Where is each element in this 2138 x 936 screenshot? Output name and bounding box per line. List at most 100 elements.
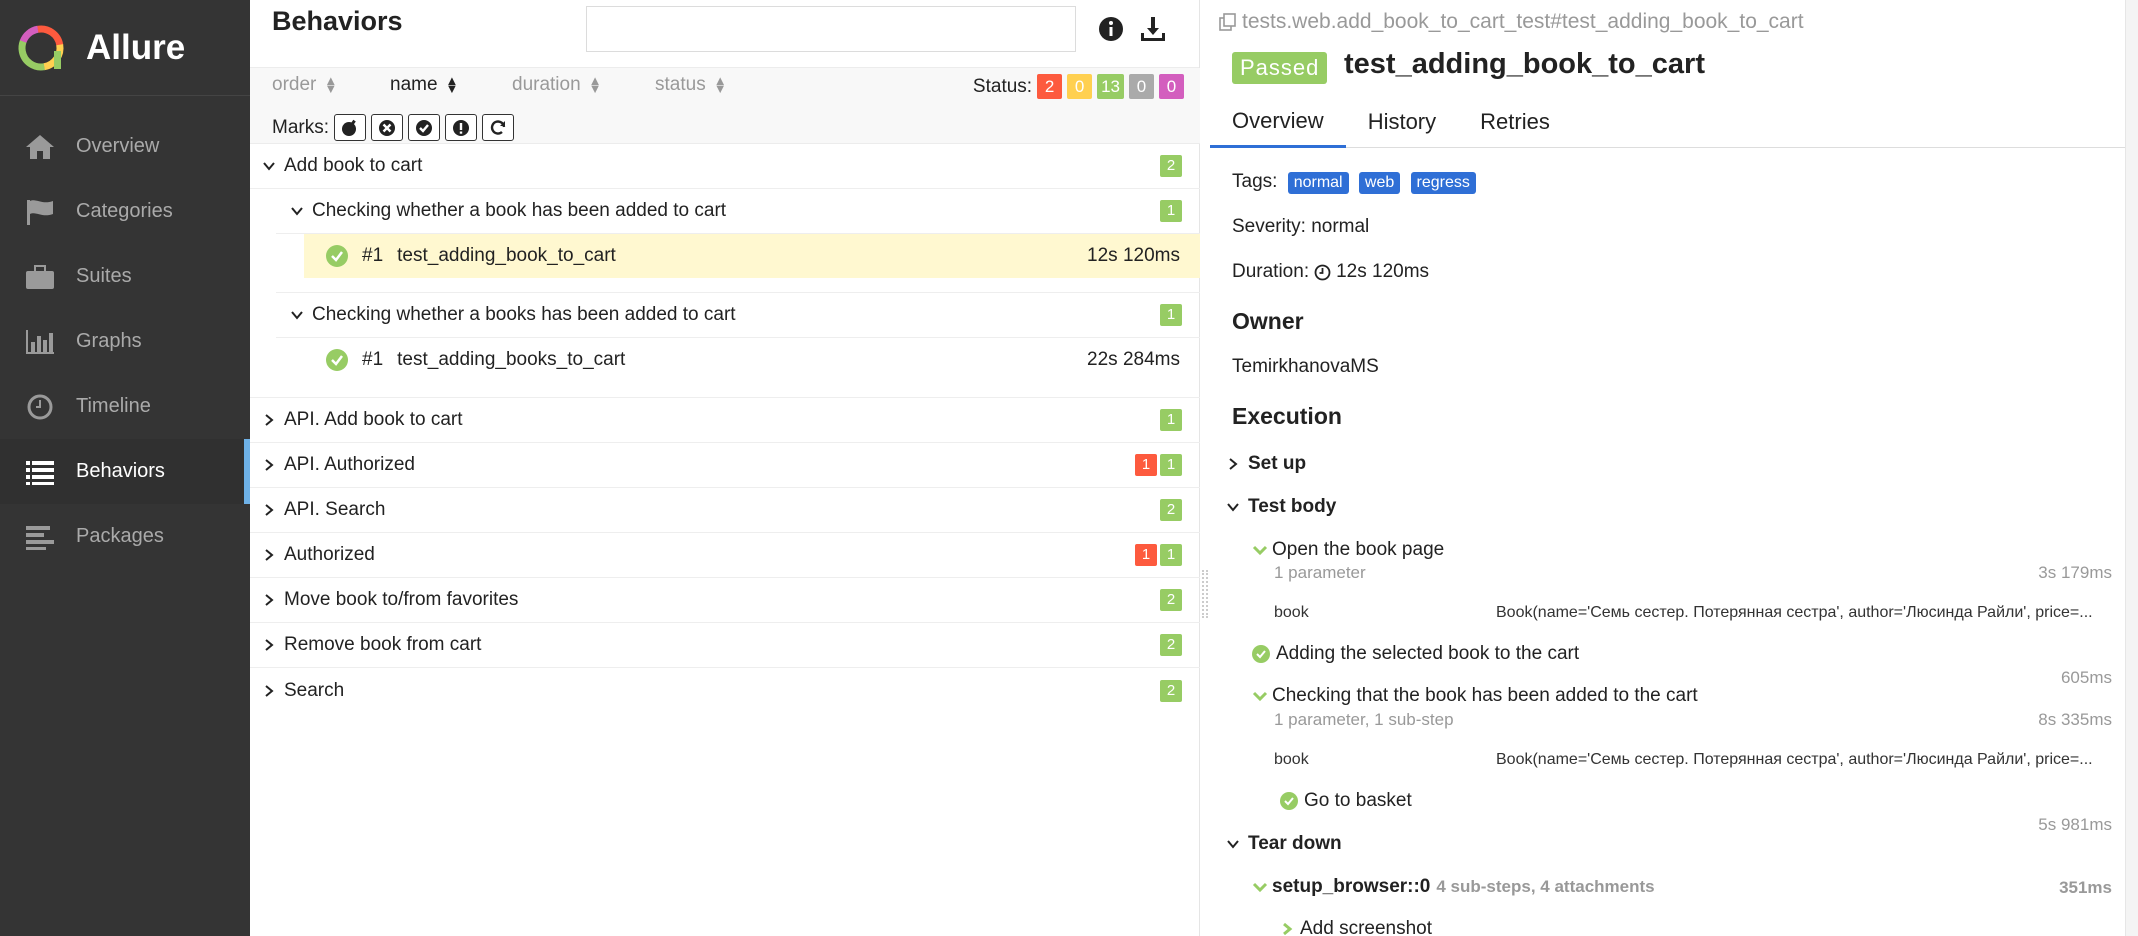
status-passed-toggle[interactable]: 13 [1097, 74, 1124, 99]
step-adding-book[interactable]: Adding the selected book to the cart [1252, 643, 1579, 665]
test-body-label: Test body [1248, 496, 1337, 517]
step-name: Add screenshot [1300, 918, 1433, 936]
sidebar-item-label: Suites [76, 265, 132, 287]
sort-arrows-icon: ▲ ▼ [588, 73, 602, 96]
tags-label: Tags: [1232, 171, 1278, 192]
tree-group-api-authorized[interactable]: API. Authorized 11 [250, 443, 1200, 488]
sidebar-item-suites[interactable]: Suites [0, 244, 250, 309]
teardown-section[interactable]: Tear down [1226, 833, 1342, 855]
test-row[interactable]: #1 test_adding_books_to_cart 22s 284ms [304, 338, 1200, 382]
group-badges: 1 [1157, 304, 1182, 326]
tree-subgroup-book[interactable]: Checking whether a book has been added t… [276, 189, 1200, 234]
step-sub: 1 parameter [1274, 563, 1366, 582]
sidebar-item-label: Timeline [76, 395, 151, 417]
passed-status-icon [326, 245, 348, 267]
group-badges: 2 [1157, 634, 1182, 656]
chevron-down-icon [1252, 545, 1268, 556]
passed-count-badge: 1 [1160, 544, 1182, 566]
chevron-down-icon [263, 162, 275, 171]
status-badge: Passed [1232, 52, 1328, 84]
duration-row: Duration: 12s 120ms [1232, 261, 1429, 283]
step-go-to-basket[interactable]: Go to basket [1280, 790, 1412, 812]
status-unknown-toggle[interactable]: 0 [1159, 74, 1184, 99]
chevron-right-icon [265, 684, 274, 697]
detail-scrollbar[interactable] [2125, 0, 2138, 936]
passed-count-badge: 2 [1160, 499, 1182, 521]
tree-group-label: Remove book from cart [284, 634, 482, 655]
sort-status[interactable]: status ▲ ▼ [655, 74, 727, 96]
tree-group-api-search[interactable]: API. Search 2 [250, 488, 1200, 533]
sidebar-item-behaviors[interactable]: Behaviors [0, 439, 250, 504]
tab-overview[interactable]: Overview [1210, 96, 1346, 148]
step-add-screenshot[interactable]: Add screenshot [1280, 918, 1432, 936]
info-icon[interactable] [1096, 14, 1126, 44]
sidebar-item-categories[interactable]: Categories [0, 179, 250, 244]
chevron-right-icon [265, 414, 274, 426]
chevron-down-icon [291, 311, 303, 320]
tab-history[interactable]: History [1346, 96, 1458, 148]
pane-header: Behaviors [250, 0, 1199, 68]
new-broken-mark-button[interactable] [445, 114, 477, 141]
sidebar-item-label: Behaviors [76, 460, 165, 482]
tree-subgroup-books[interactable]: Checking whether a books has been added … [276, 293, 1200, 338]
status-skipped-toggle[interactable]: 0 [1129, 74, 1154, 99]
new-failed-mark-button[interactable] [371, 114, 403, 141]
pane-splitter[interactable] [1200, 0, 1210, 936]
sidebar: Allure Overview Categories Suites Graphs… [0, 0, 250, 936]
failed-count-badge: 1 [1135, 454, 1157, 476]
severity-row: Severity: normal [1232, 216, 1370, 237]
test-duration: 12s 120ms [1087, 245, 1180, 266]
tree-group-api-add-book[interactable]: API. Add book to cart 1 [250, 398, 1200, 443]
copy-icon[interactable] [1218, 12, 1238, 32]
sidebar-item-graphs[interactable]: Graphs [0, 309, 250, 374]
test-row-selected[interactable]: #1 test_adding_book_to_cart 12s 120ms [304, 234, 1200, 278]
tree-group-remove-book[interactable]: Remove book from cart 2 [250, 623, 1200, 668]
setup-label: Set up [1248, 453, 1307, 474]
download-icon[interactable] [1138, 14, 1168, 44]
tree-group-favorites[interactable]: Move book to/from favorites 2 [250, 578, 1200, 623]
tree-group-authorized[interactable]: Authorized 11 [250, 533, 1200, 578]
chevron-down-icon [291, 207, 303, 216]
passed-count-badge: 1 [1160, 200, 1182, 222]
group-badges: 11 [1132, 544, 1182, 566]
tree-group-label: API. Add book to cart [284, 409, 463, 430]
tree-group-add-book-to-cart[interactable]: Add book to cart 2 [250, 144, 1200, 189]
tree-group-label: Checking whether a books has been added … [312, 304, 736, 325]
marks-label: Marks: [272, 116, 329, 138]
flaky-mark-button[interactable] [334, 114, 366, 141]
test-body-section[interactable]: Test body [1226, 496, 1336, 518]
step-checking-book[interactable]: Checking that the book has been added to… [1252, 685, 1698, 707]
brand[interactable]: Allure [0, 0, 250, 96]
sort-duration[interactable]: duration ▲ ▼ [512, 74, 602, 96]
sort-order[interactable]: order ▲ ▼ [272, 74, 337, 96]
retries-mark-button[interactable] [482, 114, 514, 141]
sort-name[interactable]: name ▲ ▼ [390, 74, 458, 96]
tree-group-search[interactable]: Search 2 [250, 668, 1200, 713]
passed-status-icon [1280, 792, 1298, 810]
status-failed-toggle[interactable]: 2 [1037, 74, 1063, 99]
group-badges: 1 [1157, 200, 1182, 222]
sidebar-item-overview[interactable]: Overview [0, 114, 250, 179]
step-open-book-page[interactable]: Open the book page [1252, 539, 1444, 561]
briefcase-icon [26, 264, 54, 289]
sidebar-item-timeline[interactable]: Timeline [0, 374, 250, 439]
align-left-icon [26, 525, 54, 550]
splitter-grip[interactable] [1202, 570, 1208, 618]
setup-section[interactable]: Set up [1226, 453, 1306, 475]
passed-count-badge: 2 [1160, 634, 1182, 656]
step-duration: 5s 981ms [2038, 815, 2112, 834]
sidebar-item-packages[interactable]: Packages [0, 504, 250, 569]
test-name: test_adding_books_to_cart [397, 349, 626, 370]
param-name: book [1274, 751, 1309, 768]
status-broken-toggle[interactable]: 0 [1067, 74, 1093, 99]
chevron-down-icon [1227, 840, 1239, 849]
page-title: Behaviors [272, 6, 403, 36]
tab-retries[interactable]: Retries [1458, 96, 1572, 148]
new-passed-mark-button[interactable] [408, 114, 440, 141]
passed-status-icon [326, 349, 348, 371]
search-input[interactable] [586, 6, 1076, 52]
sidebar-item-label: Overview [76, 135, 160, 157]
step-setup-browser[interactable]: setup_browser::0 4 sub-steps, 4 attachme… [1252, 876, 1655, 898]
test-number: #1 [362, 245, 384, 266]
chevron-right-icon [265, 594, 274, 606]
